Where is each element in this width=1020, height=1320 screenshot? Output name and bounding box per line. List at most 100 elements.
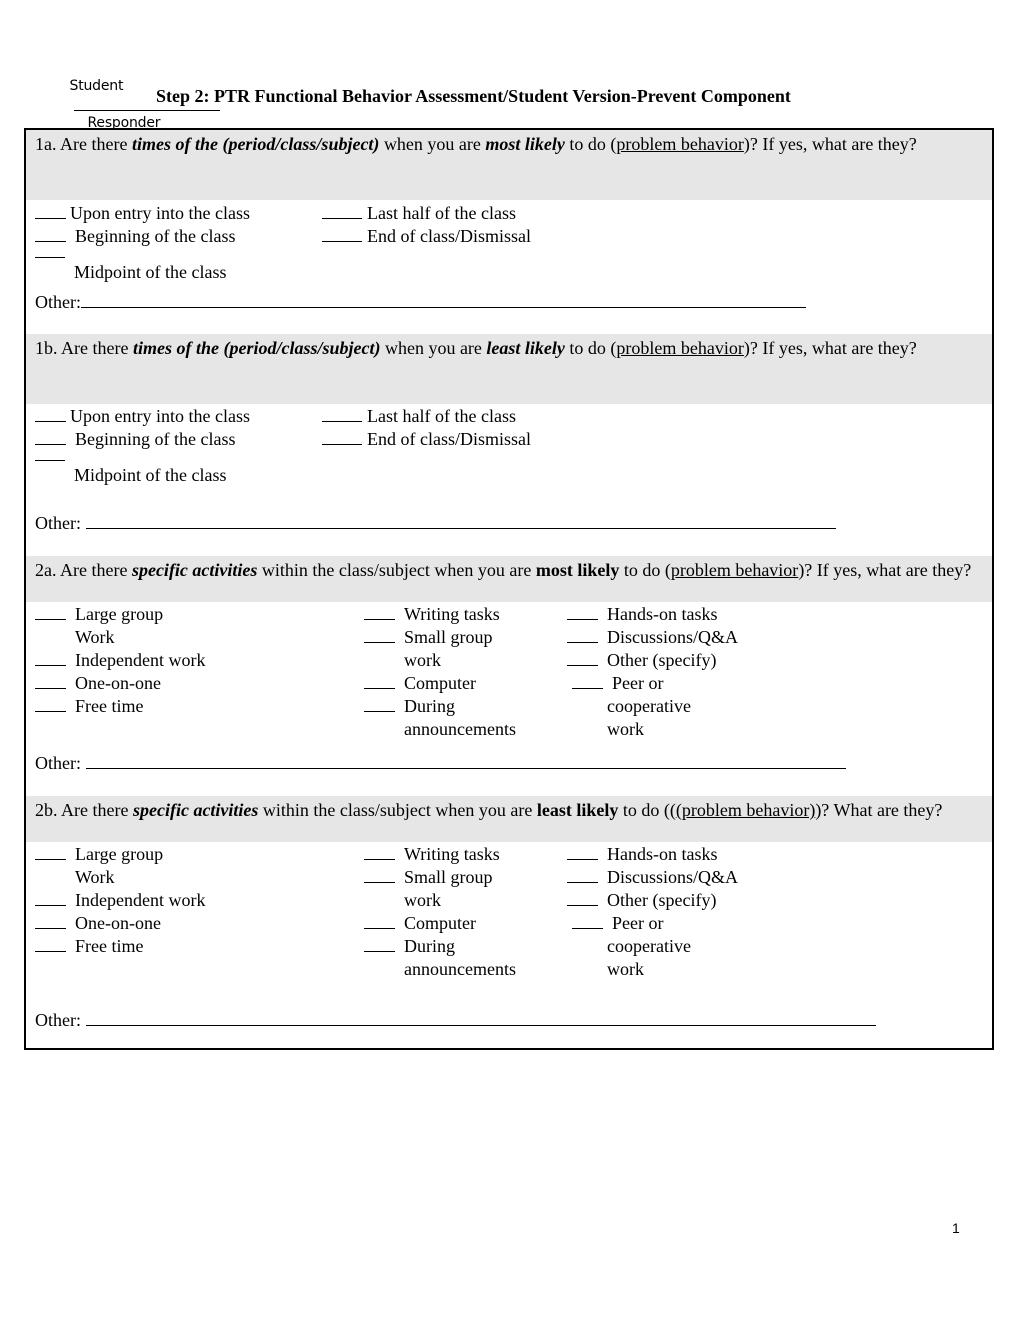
q1a-option[interactable]: Last half of the class bbox=[322, 202, 516, 225]
checkbox-blank[interactable] bbox=[364, 672, 395, 689]
q1b-option[interactable]: Upon entry into the class bbox=[35, 405, 250, 428]
q1a-mid: when you are bbox=[379, 134, 486, 154]
q1b-other: Other: bbox=[35, 511, 836, 535]
option-label: Midpoint of the class bbox=[74, 262, 227, 282]
q1b-option[interactable]: Last half of the class bbox=[322, 405, 516, 428]
checkbox-blank[interactable] bbox=[364, 843, 395, 860]
checkbox-blank[interactable] bbox=[35, 405, 66, 422]
checkbox-blank[interactable] bbox=[35, 843, 66, 860]
q2a-option[interactable]: Hands-on tasks bbox=[567, 603, 718, 626]
option-label: Beginning of the class bbox=[75, 226, 236, 246]
checkbox-blank[interactable] bbox=[35, 935, 66, 952]
q2b-option[interactable]: Large group bbox=[35, 843, 163, 866]
checkbox-blank[interactable] bbox=[35, 889, 66, 906]
q2a-option[interactable]: Large group bbox=[35, 603, 163, 626]
other-label: Other: bbox=[35, 753, 81, 773]
option-label: Upon entry into the class bbox=[70, 203, 250, 223]
q2a-option[interactable]: Computer bbox=[364, 672, 476, 695]
q1a-option[interactable]: Upon entry into the class bbox=[35, 202, 250, 225]
q1a-suffix: )? If yes, what are they? bbox=[743, 134, 917, 154]
checkbox-blank[interactable] bbox=[567, 649, 598, 666]
option-label: During bbox=[404, 936, 455, 956]
option-label: Midpoint of the class bbox=[74, 465, 227, 485]
checkbox-blank[interactable] bbox=[364, 912, 395, 929]
q2b-behavior: (problem behavior) bbox=[675, 800, 816, 820]
q2a-option[interactable]: One-on-one bbox=[35, 672, 161, 695]
q2a-option[interactable]: Discussions/Q&A bbox=[567, 626, 738, 649]
checkbox-blank[interactable] bbox=[322, 225, 362, 242]
option-label: End of class/Dismissal bbox=[367, 226, 531, 246]
other-input[interactable] bbox=[85, 511, 836, 529]
q2b-option[interactable]: One-on-one bbox=[35, 912, 161, 935]
q2b-option[interactable]: Discussions/Q&A bbox=[567, 866, 738, 889]
checkbox-blank[interactable] bbox=[567, 889, 598, 906]
checkbox-blank[interactable] bbox=[364, 695, 395, 712]
option-label: Last half of the class bbox=[367, 203, 516, 223]
checkbox-blank[interactable] bbox=[567, 843, 598, 860]
checkbox-blank[interactable] bbox=[35, 912, 66, 929]
q2a-option[interactable]: Writing tasks bbox=[364, 603, 500, 626]
option-label: Last half of the class bbox=[367, 406, 516, 426]
checkbox-blank[interactable] bbox=[572, 672, 603, 689]
checkbox-blank[interactable] bbox=[364, 603, 395, 620]
checkbox-blank[interactable] bbox=[567, 603, 598, 620]
student-label: Student bbox=[69, 78, 124, 94]
q1b-option[interactable]: Midpoint of the class bbox=[35, 460, 227, 487]
checkbox-blank[interactable] bbox=[35, 695, 66, 712]
other-label: Other: bbox=[35, 1010, 81, 1030]
q1b-option[interactable]: End of class/Dismissal bbox=[322, 428, 531, 451]
option-label: Other (specify) bbox=[607, 890, 717, 910]
q2b-option[interactable]: Free time bbox=[35, 935, 143, 958]
q2b-option[interactable]: Writing tasks bbox=[364, 843, 500, 866]
checkbox-blank[interactable] bbox=[567, 866, 598, 883]
other-input[interactable] bbox=[85, 1008, 876, 1026]
checkbox-blank[interactable] bbox=[35, 202, 66, 219]
checkbox-blank[interactable] bbox=[567, 626, 598, 643]
checkbox-blank[interactable] bbox=[35, 225, 66, 242]
checkbox-blank[interactable] bbox=[322, 405, 362, 422]
checkbox-blank[interactable] bbox=[364, 935, 395, 952]
checkbox-blank[interactable] bbox=[322, 202, 362, 219]
q2a-option[interactable]: Free time bbox=[35, 695, 143, 718]
q1a-option[interactable]: Midpoint of the class bbox=[35, 257, 227, 284]
option-label: Upon entry into the class bbox=[70, 406, 250, 426]
form-box: 1a. Are there times of the (period/class… bbox=[24, 128, 994, 1050]
question-1b: 1b. Are there times of the (period/class… bbox=[26, 334, 992, 404]
q2a-option[interactable]: Small group bbox=[364, 626, 493, 649]
checkbox-blank[interactable] bbox=[572, 912, 603, 929]
checkbox-blank[interactable] bbox=[35, 460, 65, 475]
q2a-likelihood: most likely bbox=[535, 560, 620, 580]
checkbox-blank[interactable] bbox=[322, 428, 362, 445]
q1b-mid2: to do ( bbox=[564, 338, 617, 358]
q2b-option[interactable]: During bbox=[364, 935, 455, 958]
q2a-mid2: to do ( bbox=[619, 560, 671, 580]
option-label: Beginning of the class bbox=[75, 429, 236, 449]
option-label: Free time bbox=[75, 696, 144, 716]
other-input[interactable] bbox=[80, 290, 806, 308]
q2b-likelihood: least likely bbox=[536, 800, 619, 820]
q2a-option[interactable]: Other (specify) bbox=[567, 649, 716, 672]
checkbox-blank[interactable] bbox=[364, 866, 395, 883]
checkbox-blank[interactable] bbox=[35, 672, 66, 689]
q2a-option[interactable]: Peer or bbox=[572, 672, 663, 695]
q2b-option[interactable]: Other (specify) bbox=[567, 889, 716, 912]
option-label: Independent work bbox=[75, 890, 206, 910]
q1a-option[interactable]: Beginning of the class bbox=[35, 225, 235, 248]
q2b-option[interactable]: Peer or bbox=[572, 912, 663, 935]
checkbox-blank[interactable] bbox=[35, 257, 65, 272]
q2b-option[interactable]: Hands-on tasks bbox=[567, 843, 718, 866]
q2b-mid2: to do (( bbox=[618, 800, 676, 820]
q2a-option[interactable]: Independent work bbox=[35, 649, 205, 672]
checkbox-blank[interactable] bbox=[35, 603, 66, 620]
checkbox-blank[interactable] bbox=[364, 626, 395, 643]
q1b-option[interactable]: Beginning of the class bbox=[35, 428, 235, 451]
checkbox-blank[interactable] bbox=[35, 649, 66, 666]
q1a-option[interactable]: End of class/Dismissal bbox=[322, 225, 531, 248]
q2b-option[interactable]: Independent work bbox=[35, 889, 205, 912]
q2b-option[interactable]: Small group bbox=[364, 866, 493, 889]
other-input[interactable] bbox=[85, 751, 846, 769]
q2b-option[interactable]: Computer bbox=[364, 912, 476, 935]
checkbox-blank[interactable] bbox=[35, 428, 66, 445]
option-label-cont: work bbox=[607, 719, 644, 739]
q2a-option[interactable]: During bbox=[364, 695, 455, 718]
